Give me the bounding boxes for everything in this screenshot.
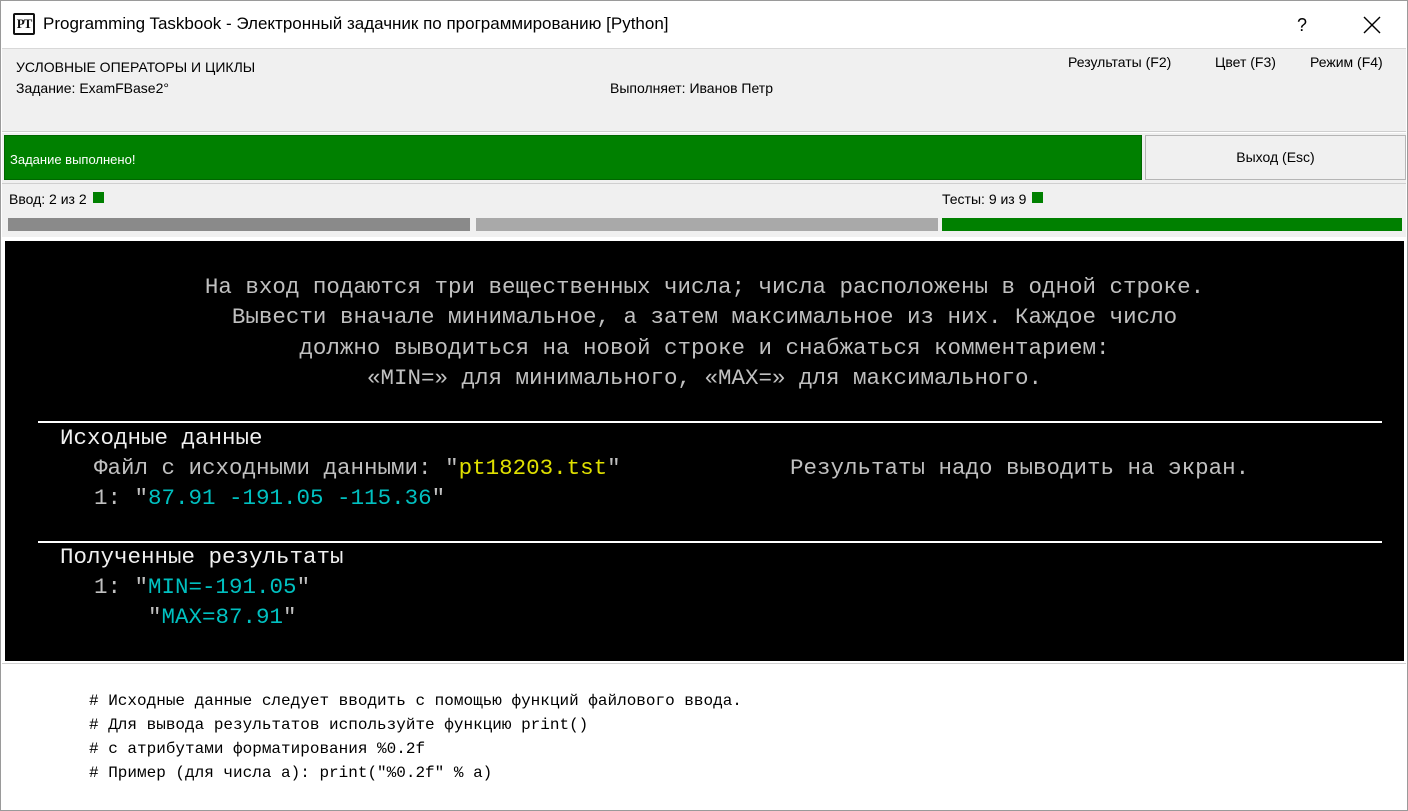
- output-section-title: Полученные результаты: [60, 544, 344, 570]
- tests-label: Тесты:: [942, 191, 985, 207]
- hint-line: # Исходные данные следует вводить с помо…: [89, 692, 742, 710]
- input-label: Ввод:: [9, 191, 46, 207]
- input-data-line: 1: "87.91 -191.05 -115.36": [94, 483, 445, 513]
- quote: ": [134, 574, 149, 600]
- status-banner: Задание выполнено!: [4, 135, 1142, 180]
- tests-count: 9 из 9: [988, 191, 1027, 207]
- task-text-line: должно выводиться на новой строке и снаб…: [299, 335, 1110, 361]
- output-data-line: 1: "MIN=-191.05": [94, 572, 310, 602]
- task-text-line: «MIN=» для минимального, «MAX=» для макс…: [366, 365, 1043, 391]
- hint-line: # Пример (для числа a): print("%0.2f" % …: [89, 764, 493, 782]
- exit-button[interactable]: Выход (Esc): [1145, 135, 1406, 180]
- task-name: Задание: ExamFBase2°: [16, 80, 169, 96]
- output-min-value: MIN=-191.05: [148, 574, 297, 600]
- window-title: Programming Taskbook - Электронный задач…: [43, 14, 669, 33]
- output-max-value: MAX=87.91: [161, 604, 284, 630]
- input-progress-bar-1: [8, 218, 470, 231]
- hint-panel: # Исходные данные следует вводить с помо…: [2, 663, 1406, 809]
- close-icon: [1363, 16, 1381, 34]
- line-number: 1:: [94, 574, 135, 600]
- output-data-line: "MAX=87.91": [148, 602, 297, 632]
- section-title: УСЛОВНЫЕ ОПЕРАТОРЫ И ЦИКЛЫ: [16, 59, 256, 75]
- input-section-title: Исходные данные: [60, 425, 263, 451]
- input-file-name: pt18203.tst: [458, 455, 608, 481]
- task-text-line: Вывести вначале минимальное, а затем мак…: [231, 304, 1178, 330]
- input-progress-label: Ввод: 2 из 2: [9, 191, 104, 207]
- quote: ": [445, 455, 459, 481]
- input-count: 2 из 2: [49, 191, 87, 207]
- close-button[interactable]: [1357, 10, 1387, 40]
- hint-line: # Для вывода результатов используйте фун…: [89, 716, 589, 734]
- menu-mode[interactable]: Режим (F4): [1310, 54, 1383, 70]
- help-button[interactable]: ?: [1287, 10, 1317, 40]
- task-header: УСЛОВНЫЕ ОПЕРАТОРЫ И ЦИКЛЫ Задание: Exam…: [2, 48, 1406, 132]
- progress-row: Ввод: 2 из 2 Тесты: 9 из 9: [2, 183, 1406, 237]
- status-message: Задание выполнено!: [10, 152, 136, 167]
- screen-output-note: Результаты надо выводить на экран.: [790, 455, 1250, 481]
- input-data-value: 87.91 -191.05 -115.36: [148, 485, 432, 511]
- input-file-line: Файл с исходными данными: "pt18203.tst": [94, 453, 621, 483]
- task-text-line: На вход подаются три вещественных числа;…: [204, 274, 1205, 300]
- line-number: 1:: [94, 485, 135, 511]
- input-ok-indicator: [92, 192, 104, 203]
- quote: ": [431, 485, 446, 511]
- status-row: Задание выполнено! Выход (Esc): [2, 133, 1406, 183]
- quote: ": [607, 455, 621, 481]
- performer-name: Выполняет: Иванов Петр: [610, 80, 774, 96]
- tests-ok-indicator: [1032, 192, 1044, 203]
- tests-progress-label: Тесты: 9 из 9: [942, 191, 1044, 207]
- input-progress-bar-2: [476, 218, 938, 231]
- quote: ": [134, 485, 149, 511]
- menu-results[interactable]: Результаты (F2): [1068, 54, 1171, 70]
- pt-app-icon: PT: [13, 13, 35, 35]
- hint-line: # с атрибутами форматирования %0.2f: [89, 740, 426, 758]
- quote: ": [283, 604, 297, 630]
- task-console: На вход подаются три вещественных числа;…: [5, 241, 1404, 661]
- file-prefix: Файл с исходными данными:: [94, 455, 446, 481]
- title-bar[interactable]: PT Programming Taskbook - Электронный за…: [1, 1, 1407, 48]
- tests-progress-bar: [942, 218, 1402, 231]
- taskbook-window: PT Programming Taskbook - Электронный за…: [0, 0, 1408, 811]
- quote: ": [148, 604, 162, 630]
- quote: ": [296, 574, 311, 600]
- menu-color[interactable]: Цвет (F3): [1215, 54, 1276, 70]
